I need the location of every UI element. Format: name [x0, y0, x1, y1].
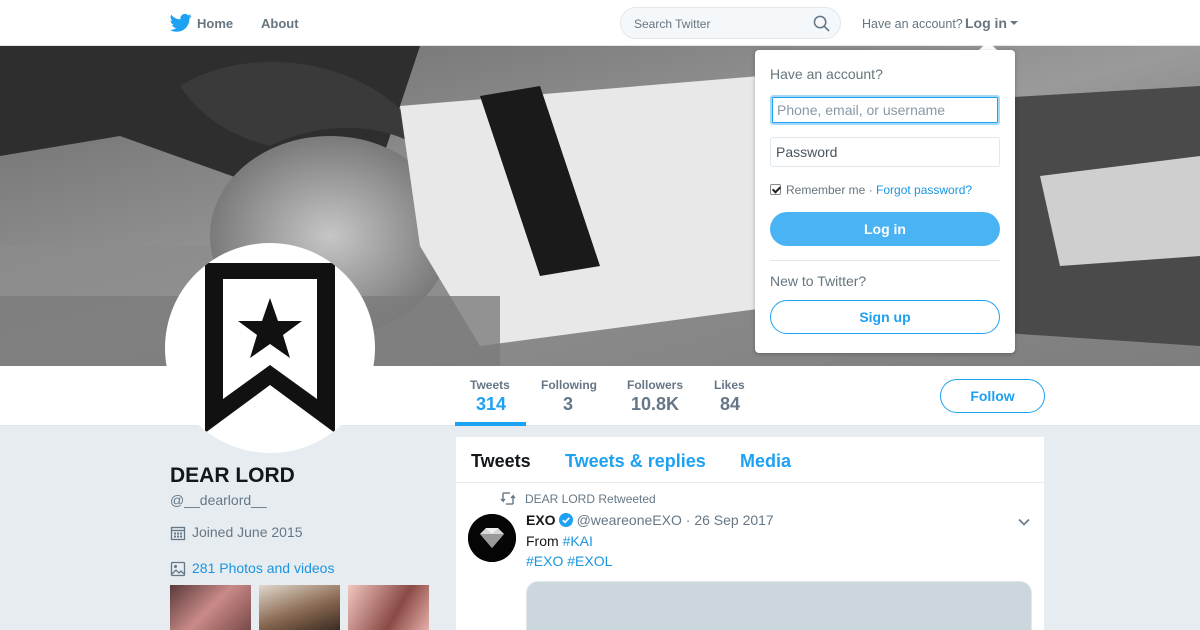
stat-label: Tweets [470, 378, 510, 392]
nav-about-link[interactable]: About [261, 16, 299, 31]
tweet-header: EXO @weareoneEXO · 26 Sep 2017 [526, 512, 774, 528]
new-to-twitter-text: New to Twitter? [770, 273, 867, 289]
avatar[interactable] [165, 243, 375, 453]
stat-label: Followers [627, 378, 684, 392]
remember-me-row: Remember me · Forgot password? [770, 183, 972, 197]
tweet-separator: · [681, 512, 695, 528]
stat-value: 314 [476, 394, 507, 414]
username-field[interactable] [770, 95, 1000, 125]
nav-home-link[interactable]: Home [197, 16, 233, 31]
stat-following[interactable]: Following 3 [541, 378, 597, 415]
tab-tweets-replies[interactable]: Tweets & replies [565, 451, 706, 472]
diamond-logo-icon [468, 514, 516, 562]
image-icon [170, 561, 186, 577]
search-input[interactable]: Search Twitter [620, 7, 841, 39]
profile-joined: Joined June 2015 [170, 524, 303, 541]
hashtag-link[interactable]: #KAI [563, 533, 593, 549]
stat-label: Following [541, 378, 597, 392]
twitter-bird-icon[interactable] [170, 13, 192, 33]
tweet-author-avatar[interactable] [468, 514, 516, 562]
tab-tweets[interactable]: Tweets [471, 451, 531, 472]
login-dropdown: Have an account? Remember me · Forgot pa… [755, 50, 1015, 353]
tweet-text: From #KAI [526, 533, 593, 549]
active-tab-underline [455, 422, 526, 426]
tweet-author-handle[interactable]: @weareoneEXO [577, 512, 682, 528]
stat-label: Likes [714, 378, 745, 392]
photo-thumbnail[interactable] [259, 585, 340, 630]
remember-me-label[interactable]: Remember me [786, 183, 865, 197]
tweet-hashtags[interactable]: #EXO #EXOL [526, 553, 612, 569]
dropdown-title: Have an account? [770, 66, 883, 82]
password-field[interactable] [770, 137, 1000, 167]
profile-handle[interactable]: @__dearlord__ [170, 492, 267, 508]
timeline-tabs: Tweets Tweets & replies Media [456, 437, 1044, 483]
photo-thumbnail[interactable] [348, 585, 429, 630]
profile-name: DEAR LORD [170, 464, 295, 487]
login-button[interactable]: Log in [770, 212, 1000, 246]
stat-likes[interactable]: Likes 84 [714, 378, 745, 415]
dropdown-divider [770, 260, 1000, 261]
caret-down-icon [1010, 21, 1018, 25]
remember-separator: · [865, 183, 877, 197]
joined-text: Joined June 2015 [192, 524, 303, 540]
tab-media[interactable]: Media [740, 451, 791, 472]
timeline: Tweets Tweets & replies Media DEAR LORD … [456, 437, 1044, 630]
tweet-media[interactable] [526, 581, 1032, 630]
calendar-icon [170, 526, 186, 541]
stat-value: 10.8K [631, 394, 680, 414]
stat-value: 3 [563, 394, 574, 414]
tweet-text-prefix: From [526, 533, 563, 549]
retweet-icon [500, 492, 516, 505]
search-icon[interactable] [813, 15, 830, 32]
remember-me-checkbox[interactable] [770, 184, 781, 195]
verified-icon [558, 513, 573, 527]
photo-thumbnail[interactable] [170, 585, 251, 630]
stat-followers[interactable]: Followers 10.8K [627, 378, 683, 415]
photos-videos-label: 281 Photos and videos [192, 560, 335, 576]
login-label: Log in [965, 15, 1007, 31]
login-dropdown-toggle[interactable]: Log in [965, 15, 1018, 31]
search-placeholder: Search Twitter [634, 17, 711, 31]
top-nav: Home About Search Twitter Have an accoun… [0, 0, 1200, 46]
signup-button[interactable]: Sign up [770, 300, 1000, 334]
have-account-text: Have an account? [862, 17, 963, 31]
stat-tweets[interactable]: Tweets 314 [470, 378, 510, 415]
bookmark-star-icon [205, 263, 335, 433]
retweet-context: DEAR LORD Retweeted [500, 492, 656, 506]
chevron-down-icon[interactable] [1018, 516, 1030, 528]
forgot-password-link[interactable]: Forgot password? [876, 183, 972, 197]
stat-value: 84 [720, 394, 741, 414]
retweet-context-text[interactable]: DEAR LORD Retweeted [525, 492, 656, 506]
tweet-date[interactable]: 26 Sep 2017 [694, 512, 773, 528]
photos-videos-link[interactable]: 281 Photos and videos [170, 560, 335, 577]
follow-button[interactable]: Follow [940, 379, 1045, 413]
tweet-author-name[interactable]: EXO [526, 512, 556, 528]
